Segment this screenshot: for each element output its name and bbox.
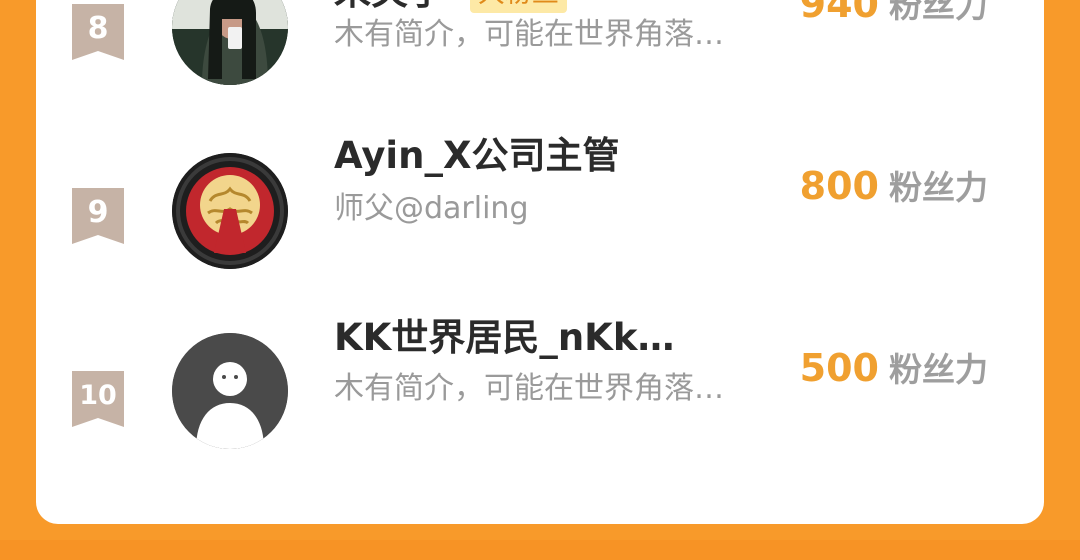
- user-description: 木有简介，可能在世界角落…: [334, 17, 724, 52]
- photo-avatar-icon: [172, 0, 288, 85]
- user-avatar[interactable]: [172, 0, 288, 85]
- user-name-text: Ayin_X公司主管: [334, 134, 620, 177]
- rank-number: 10: [79, 380, 117, 411]
- rank-number: 9: [87, 195, 109, 230]
- leaderboard-row-9[interactable]: 9 Ayin_X公司主管 师父@darling 800 粉丝力: [36, 134, 1044, 283]
- fan-power-score: 940 粉丝力: [800, 0, 988, 27]
- rank-number: 8: [87, 11, 109, 46]
- user-avatar[interactable]: [172, 333, 288, 449]
- score-value: 940: [799, 0, 879, 26]
- score-value: 800: [799, 164, 879, 208]
- rank-ribbon: 10: [72, 371, 124, 427]
- score-unit: 粉丝力: [889, 168, 988, 207]
- fan-power-score: 800 粉丝力: [800, 161, 988, 209]
- user-name-text: KK世界居民_nKk…: [334, 316, 675, 359]
- score-unit: 粉丝力: [889, 0, 988, 25]
- leaderboard-row-8[interactable]: 8 未关了 大粉丝 木有简介，可能在世界角落… 940粉丝力: [36, 0, 1044, 99]
- default-avatar-icon: [172, 333, 288, 449]
- leaderboard-row-10[interactable]: 10 KK世界居民_nKk… 木有简介，可能在世界角落… 500 粉丝力: [36, 316, 1044, 467]
- user-avatar[interactable]: [172, 153, 288, 269]
- score-unit: 粉丝力: [889, 350, 988, 389]
- user-description: 师父@darling: [334, 191, 529, 226]
- leaderboard-panel: 8 未关了 大粉丝 木有简介，可能在世界角落… 940粉丝力 9: [36, 0, 1044, 524]
- user-description: 木有简介，可能在世界角落…: [334, 371, 724, 406]
- score-value: 500: [799, 346, 879, 390]
- fan-power-score: 500 粉丝力: [800, 343, 988, 391]
- rank-ribbon: 9: [72, 188, 124, 244]
- bottom-border: [0, 540, 1080, 560]
- user-name[interactable]: Ayin_X公司主管: [334, 125, 620, 179]
- brain-logo-icon: [172, 153, 288, 269]
- user-name[interactable]: KK世界居民_nKk…: [334, 307, 674, 361]
- rank-ribbon: 8: [72, 4, 124, 60]
